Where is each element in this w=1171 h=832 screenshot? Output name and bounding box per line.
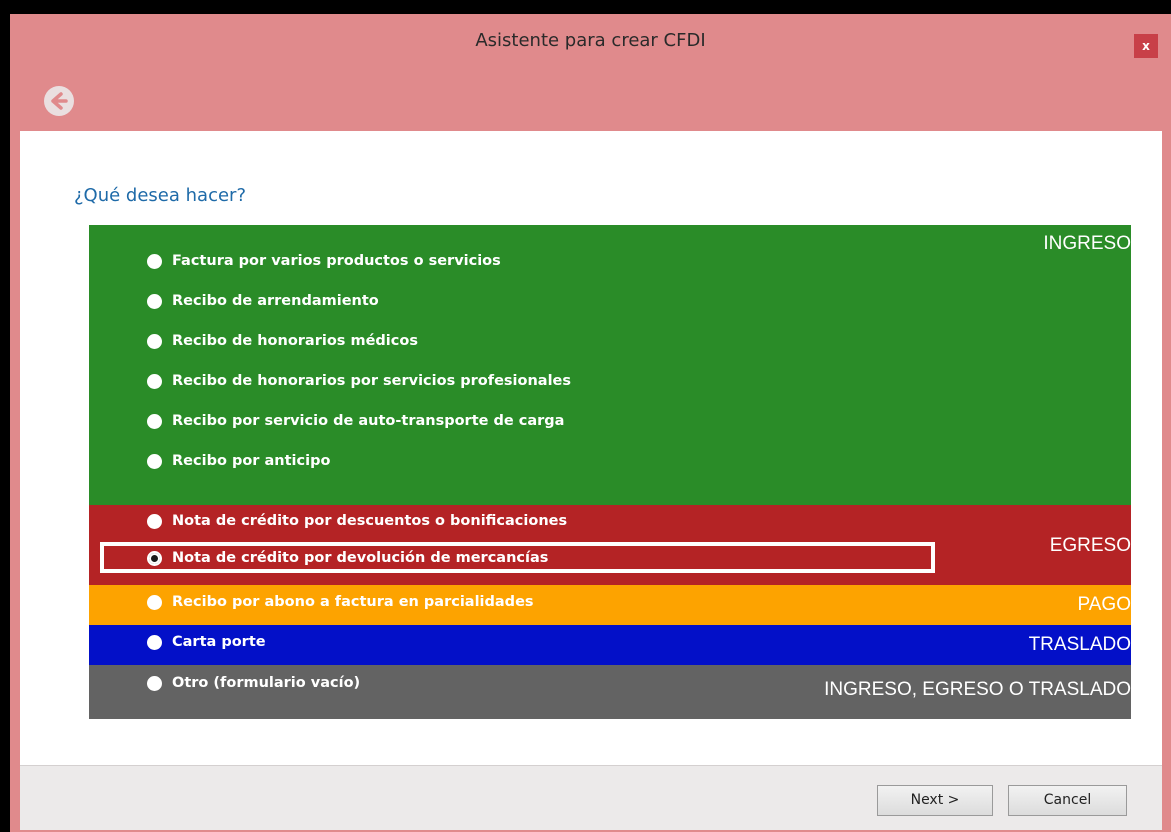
option-label: Recibo de honorarios médicos xyxy=(172,333,418,349)
back-arrow-icon xyxy=(51,92,68,110)
option-label: Recibo de honorarios por servicios profe… xyxy=(172,373,572,389)
option-recibo-arrendamiento[interactable]: Recibo de arrendamiento xyxy=(147,293,379,309)
option-label: Nota de crédito por descuentos o bonific… xyxy=(172,513,568,529)
option-abono-parcialidades[interactable]: Recibo por abono a factura en parcialida… xyxy=(147,594,534,610)
option-anticipo[interactable]: Recibo por anticipo xyxy=(147,453,330,469)
band-egreso: EGRESO Nota de crédito por descuentos o … xyxy=(89,505,1131,585)
radio-button[interactable] xyxy=(147,253,162,269)
option-factura-varios[interactable]: Factura por varios productos o servicios xyxy=(147,253,501,269)
category-label-ingreso: INGRESO xyxy=(1043,233,1131,254)
band-otro: INGRESO, EGRESO O TRASLADO Otro (formula… xyxy=(89,665,1131,719)
page-question: ¿Qué desea hacer? xyxy=(74,185,246,206)
radio-button[interactable] xyxy=(147,293,162,309)
radio-button[interactable] xyxy=(147,333,162,349)
wizard-window: Asistente para crear CFDI x ¿Qué desea h… xyxy=(10,14,1171,832)
radio-button[interactable] xyxy=(147,675,162,691)
option-label: Nota de crédito por devolución de mercan… xyxy=(172,550,549,566)
option-label: Factura por varios productos o servicios xyxy=(172,253,501,269)
back-button[interactable] xyxy=(44,86,74,116)
radio-button[interactable] xyxy=(147,594,162,610)
option-label: Recibo de arrendamiento xyxy=(172,293,379,309)
radio-button[interactable] xyxy=(147,453,162,469)
option-honorarios-medicos[interactable]: Recibo de honorarios médicos xyxy=(147,333,418,349)
option-otro[interactable]: Otro (formulario vacío) xyxy=(147,675,360,691)
radio-button[interactable] xyxy=(147,373,162,389)
option-label: Recibo por servicio de auto-transporte d… xyxy=(172,413,565,429)
radio-button[interactable] xyxy=(147,413,162,429)
option-label: Recibo por anticipo xyxy=(172,453,331,469)
radio-button[interactable] xyxy=(147,513,162,529)
option-label: Recibo por abono a factura en parcialida… xyxy=(172,594,534,610)
option-label: Otro (formulario vacío) xyxy=(172,675,361,691)
window-title: Asistente para crear CFDI xyxy=(475,30,706,51)
wizard-footer: Next > Cancel xyxy=(20,765,1162,830)
category-label-otro: INGRESO, EGRESO O TRASLADO xyxy=(824,679,1131,700)
next-button[interactable]: Next > xyxy=(877,785,993,816)
option-autotransporte[interactable]: Recibo por servicio de auto-transporte d… xyxy=(147,413,564,429)
close-button[interactable]: x xyxy=(1134,34,1158,58)
category-label-traslado: TRASLADO xyxy=(1028,634,1131,655)
category-label-pago: PAGO xyxy=(1077,594,1132,615)
radio-button-selected[interactable] xyxy=(147,550,162,566)
band-ingreso: INGRESO Factura por varios productos o s… xyxy=(89,225,1131,505)
screen-top-strip xyxy=(0,0,1171,14)
category-label-egreso: EGRESO xyxy=(1049,535,1131,556)
cancel-button[interactable]: Cancel xyxy=(1008,785,1127,816)
radio-button[interactable] xyxy=(147,634,162,650)
wizard-content: ¿Qué desea hacer? INGRESO Factura por va… xyxy=(20,131,1162,765)
band-traslado: TRASLADO Carta porte xyxy=(89,625,1131,665)
option-honorarios-profesionales[interactable]: Recibo de honorarios por servicios profe… xyxy=(147,373,571,389)
option-label: Carta porte xyxy=(172,634,266,650)
title-bar: Asistente para crear CFDI x xyxy=(10,14,1171,74)
option-nota-devolucion[interactable]: Nota de crédito por devolución de mercan… xyxy=(147,550,548,566)
option-carta-porte[interactable]: Carta porte xyxy=(147,634,266,650)
band-pago: PAGO Recibo por abono a factura en parci… xyxy=(89,585,1131,625)
option-nota-descuentos[interactable]: Nota de crédito por descuentos o bonific… xyxy=(147,513,567,529)
